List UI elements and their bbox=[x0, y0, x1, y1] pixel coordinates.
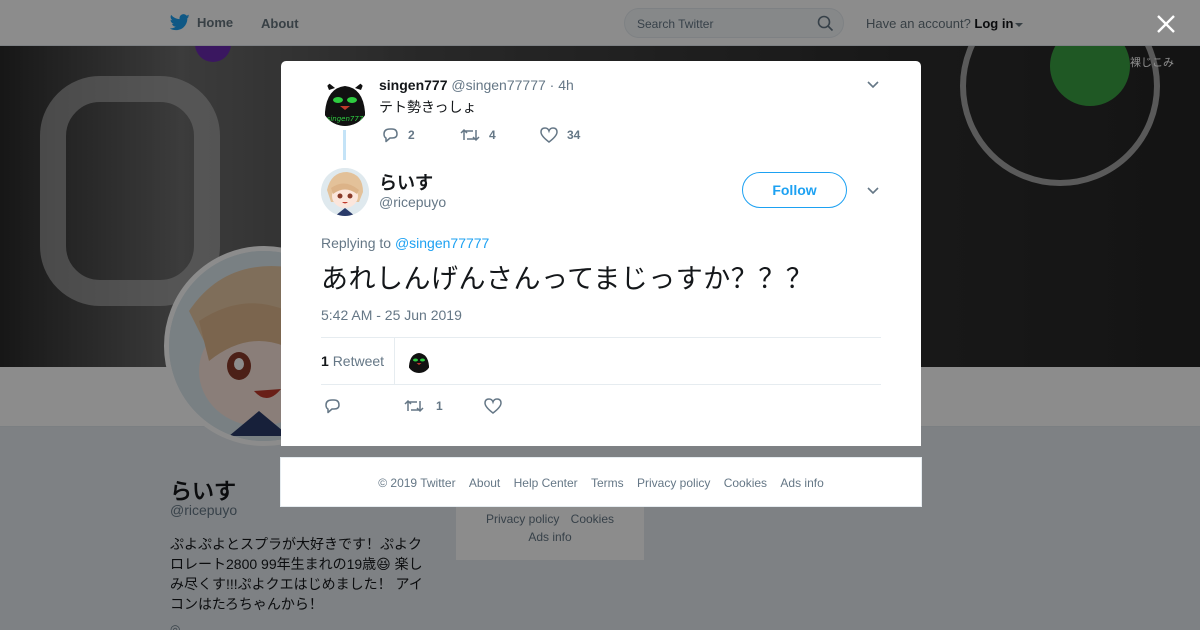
context-tweet-avatar[interactable]: singen777 bbox=[321, 78, 369, 126]
main-tweet-name[interactable]: らいす bbox=[379, 169, 433, 195]
footer-link-cookies[interactable]: Cookies bbox=[724, 476, 767, 490]
tweet-permalink-modal: singen777 singen777 @singen77777 · 4h テト… bbox=[281, 61, 921, 446]
retweet-count: 4 bbox=[489, 128, 496, 142]
like-button[interactable]: 34 bbox=[540, 127, 580, 143]
like-count: 34 bbox=[567, 128, 581, 142]
retweet-stat[interactable]: 1 Retweet bbox=[321, 353, 384, 369]
main-tweet-avatar[interactable] bbox=[321, 168, 369, 216]
context-tweet-header: singen777 @singen77777 · 4h bbox=[379, 77, 574, 93]
main-tweet-handle[interactable]: @ricepuyo bbox=[379, 194, 446, 210]
retweet-stat-label: Retweet bbox=[332, 353, 385, 369]
context-tweet-actions: 2 4 34 bbox=[382, 127, 580, 143]
svg-text:singen777: singen777 bbox=[327, 115, 364, 123]
retweeter-avatar[interactable] bbox=[407, 349, 431, 373]
retweet-button[interactable]: 1 bbox=[404, 399, 484, 413]
reply-button[interactable] bbox=[324, 398, 404, 414]
reply-count: 2 bbox=[408, 128, 415, 142]
reply-icon bbox=[325, 399, 340, 414]
replying-prefix: Replying to bbox=[321, 235, 392, 251]
replying-to-link[interactable]: @singen77777 bbox=[395, 235, 489, 251]
footer-link-ads-info[interactable]: Ads info bbox=[780, 476, 823, 490]
main-tweet-text: あれしんげんさんってまじっすか？？？ bbox=[321, 264, 814, 294]
replying-to-line: Replying to @singen77777 bbox=[321, 235, 489, 251]
context-tweet-handle[interactable]: @singen77777 bbox=[451, 77, 545, 93]
context-tweet-name[interactable]: singen777 bbox=[379, 77, 447, 93]
modal-footer: © 2019 Twitter About Help Center Terms P… bbox=[280, 457, 922, 507]
footer-link-help-center[interactable]: Help Center bbox=[514, 476, 578, 490]
footer-copyright: © 2019 Twitter bbox=[378, 476, 456, 490]
footer-link-terms[interactable]: Terms bbox=[591, 476, 624, 490]
follow-button[interactable]: Follow bbox=[742, 172, 847, 208]
context-tweet-time[interactable]: · 4h bbox=[550, 77, 574, 93]
retweet-count: 1 bbox=[436, 399, 443, 413]
context-tweet-text: テト勢きっしょ bbox=[379, 99, 477, 115]
stats-divider bbox=[394, 338, 395, 384]
chevron-down-icon[interactable] bbox=[867, 81, 879, 89]
main-tweet-timestamp[interactable]: 5:42 AM - 25 Jun 2019 bbox=[321, 307, 462, 323]
retweet-icon bbox=[404, 399, 424, 413]
reply-button[interactable]: 2 bbox=[382, 127, 460, 143]
retweet-button[interactable]: 4 bbox=[460, 128, 540, 142]
retweet-stat-count: 1 bbox=[321, 353, 329, 369]
retweet-icon bbox=[460, 128, 480, 142]
reply-icon bbox=[383, 128, 398, 143]
footer-link-about[interactable]: About bbox=[469, 476, 500, 490]
heart-icon bbox=[484, 398, 502, 414]
thread-connector bbox=[343, 130, 346, 160]
close-icon[interactable] bbox=[1156, 14, 1176, 34]
tweet-stats: 1 Retweet bbox=[321, 337, 881, 385]
chevron-down-icon[interactable] bbox=[867, 187, 879, 195]
heart-icon bbox=[540, 127, 558, 143]
like-button[interactable] bbox=[484, 398, 514, 414]
footer-link-privacy[interactable]: Privacy policy bbox=[637, 476, 710, 490]
main-tweet-actions: 1 bbox=[324, 398, 514, 414]
